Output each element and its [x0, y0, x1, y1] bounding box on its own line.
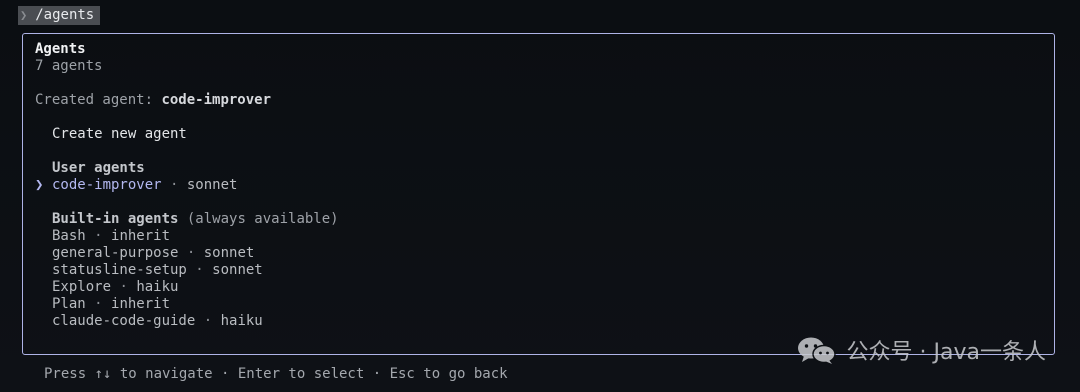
agent-model: sonnet — [186, 177, 238, 193]
agent-name: general-purpose — [52, 245, 179, 261]
agent-separator: · — [186, 262, 213, 278]
agent-name: statusline-setup — [52, 262, 187, 278]
create-new-agent-option[interactable]: Create new agent — [35, 126, 1042, 143]
watermark: 公众号 · Java一条人 — [795, 334, 1046, 366]
builtin-agents-heading: Built-in agents (always available) — [35, 211, 1042, 228]
agent-item-plan[interactable]: Plan · inherit — [35, 296, 1042, 313]
agent-name: Explore — [52, 279, 112, 295]
builtin-agents-note: (always available) — [178, 211, 339, 227]
agent-model: inherit — [111, 296, 171, 312]
selection-cursor-icon: ❯ — [35, 177, 44, 193]
agent-name: code-improver — [52, 177, 162, 193]
agent-separator: · — [178, 245, 204, 261]
command-prompt: ❯ /agents — [18, 6, 101, 25]
chevron-right-icon: ❯ — [20, 8, 28, 22]
agent-model: inherit — [111, 228, 171, 244]
agent-model: haiku — [136, 279, 179, 295]
agent-name: claude-code-guide — [52, 313, 196, 329]
command-text: /agents — [35, 7, 95, 23]
builtin-agents-title: Built-in agents — [52, 211, 179, 227]
agent-model: sonnet — [203, 245, 255, 261]
agent-model: haiku — [220, 313, 263, 329]
agent-separator: · — [195, 313, 221, 329]
watermark-text: 公众号 · Java一条人 — [846, 340, 1046, 365]
agents-panel: Agents 7 agents Created agent: code-impr… — [22, 33, 1055, 355]
created-agent-message: Created agent: code-improver — [35, 92, 1042, 109]
agent-item-statusline-setup[interactable]: statusline-setup · sonnet — [35, 262, 1042, 279]
agent-separator: · — [85, 296, 112, 312]
agent-item-general-purpose[interactable]: general-purpose · sonnet — [35, 245, 1042, 262]
user-agents-list: ❯ code-improver · sonnet — [35, 177, 1042, 194]
navigation-hint: Press ↑↓ to navigate · Enter to select ·… — [44, 366, 508, 382]
agent-count: 7 agents — [35, 58, 103, 74]
agent-item-code-improver[interactable]: ❯ code-improver · sonnet — [35, 177, 1042, 194]
panel-title: Agents — [35, 41, 86, 57]
agent-model: sonnet — [212, 262, 263, 278]
agent-item-claude-code-guide[interactable]: claude-code-guide · haiku — [35, 313, 1042, 330]
user-agents-heading: User agents — [52, 160, 145, 176]
agent-separator: · — [161, 177, 187, 193]
agent-item-bash[interactable]: Bash · inherit — [35, 228, 1042, 245]
created-agent-prefix: Created agent: — [35, 92, 162, 108]
builtin-agents-list: Bash · inherit general-purpose · sonnet st… — [35, 228, 1042, 330]
created-agent-name: code-improver — [161, 92, 272, 108]
agent-name: Plan — [52, 296, 86, 312]
agent-separator: · — [111, 279, 137, 295]
wechat-icon — [797, 337, 836, 364]
agent-item-explore[interactable]: Explore · haiku — [35, 279, 1042, 296]
agent-name: Bash — [52, 228, 86, 244]
agent-separator: · — [85, 228, 112, 244]
